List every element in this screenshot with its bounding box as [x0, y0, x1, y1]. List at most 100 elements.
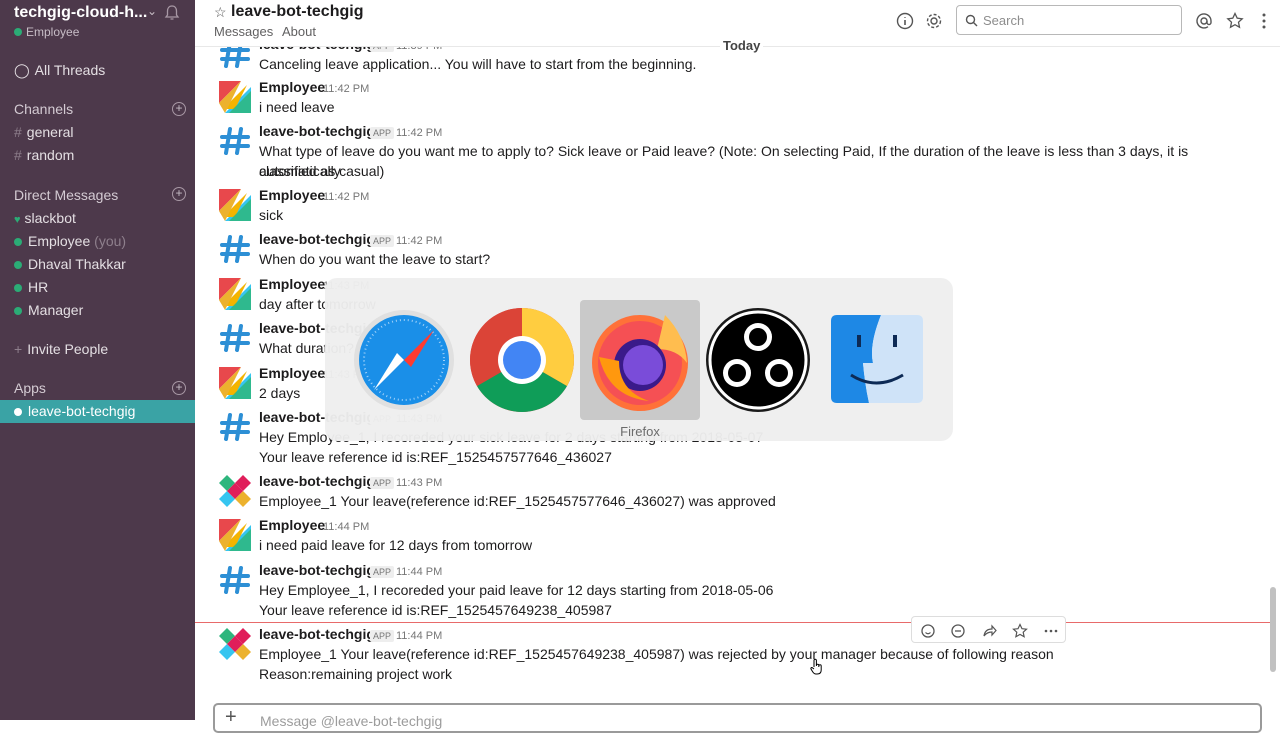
start-thread-icon[interactable]	[950, 623, 966, 639]
message-text: Your leave reference id is:REF_152545764…	[259, 602, 612, 618]
app-label: leave-bot-techgig	[28, 403, 136, 419]
invite-people-button[interactable]: + Invite People	[0, 338, 195, 361]
sidebar-item-slackbot[interactable]: ♥ slackbot	[0, 207, 195, 230]
more-actions-icon[interactable]	[1043, 623, 1059, 639]
message-timestamp[interactable]: 11:42 PM	[396, 235, 442, 247]
hash-icon: #	[14, 124, 22, 140]
attach-button[interactable]: +	[225, 706, 237, 729]
chevron-down-icon[interactable]: ⌄	[147, 4, 157, 18]
message-author[interactable]: leave-bot-techgig	[259, 47, 375, 52]
add-channel-button[interactable]: +	[172, 102, 186, 116]
search-input[interactable]: Search	[956, 5, 1182, 35]
avatar[interactable]	[219, 411, 251, 443]
obs-icon[interactable]	[703, 305, 813, 415]
sidebar-item-manager[interactable]: Manager	[0, 299, 195, 322]
gear-icon[interactable]	[925, 12, 943, 30]
message-timestamp[interactable]: 11:42 PM	[323, 191, 369, 203]
avatar[interactable]	[219, 278, 251, 310]
tab-about[interactable]: About	[282, 24, 316, 39]
sidebar-item-dhaval-thakkar[interactable]: Dhaval Thakkar	[0, 253, 195, 276]
app-switcher: Firefox	[325, 278, 953, 441]
starred-items-icon[interactable]	[1226, 12, 1244, 30]
bell-icon[interactable]	[163, 4, 181, 22]
add-dm-button[interactable]: +	[172, 187, 186, 201]
message-text: When do you want the leave to start?	[259, 251, 491, 267]
channel-label: general	[26, 124, 74, 140]
app-badge: APP	[370, 127, 395, 139]
star-icon[interactable]: ☆	[214, 4, 227, 21]
chrome-icon[interactable]	[467, 305, 577, 415]
avatar[interactable]	[219, 81, 251, 113]
message-timestamp[interactable]: 11:44 PM	[323, 521, 369, 533]
message-author[interactable]: Employee	[259, 276, 325, 292]
message-composer[interactable]: + Message @leave-bot-techgig	[213, 703, 1262, 733]
avatar[interactable]	[219, 233, 251, 265]
message-timestamp[interactable]: 11:44 PM	[396, 630, 442, 642]
app-badge: APP	[370, 630, 395, 642]
message[interactable]: leave-bot-techgig APP 11:43 PM Employee_1 Y…	[195, 473, 1270, 515]
workspace-name[interactable]: techgig-cloud-h...	[14, 4, 147, 22]
threads-icon: ◯	[14, 62, 30, 78]
avatar[interactable]	[219, 564, 251, 596]
message-timestamp[interactable]: 11:42 PM	[396, 127, 442, 139]
apps-header[interactable]: Apps	[14, 380, 46, 396]
avatar[interactable]	[219, 125, 251, 157]
message[interactable]: leave-bot-techgig APP 11:42 PM When do you …	[195, 231, 1270, 273]
dm-label: Dhaval Thakkar	[28, 256, 126, 272]
message-author[interactable]: leave-bot-techgig	[259, 231, 375, 247]
message-author[interactable]: leave-bot-techgig	[259, 123, 375, 139]
message-author[interactable]: Employee	[259, 365, 325, 381]
add-app-button[interactable]: +	[172, 381, 186, 395]
message-author[interactable]: leave-bot-techgig	[259, 473, 375, 489]
presence-dot	[14, 284, 22, 292]
all-threads[interactable]: ◯ All Threads	[0, 59, 195, 82]
message-author[interactable]: Employee	[259, 517, 325, 533]
message[interactable]: leave-bot-techgig APP 11:44 PM Employee_1 Y…	[195, 626, 1270, 688]
message-text: Employee_1 Your leave(reference id:REF_1…	[259, 493, 776, 509]
presence-dot	[14, 408, 22, 416]
add-reaction-icon[interactable]	[920, 623, 936, 639]
firefox-icon[interactable]	[585, 305, 695, 415]
more-menu-icon[interactable]	[1255, 12, 1273, 30]
sidebar-item-employee[interactable]: Employee (you)	[0, 230, 195, 253]
avatar[interactable]	[219, 367, 251, 399]
message-author[interactable]: leave-bot-techgig	[259, 626, 375, 642]
message-author[interactable]: Employee	[259, 187, 325, 203]
star-message-icon[interactable]	[1012, 623, 1028, 639]
message[interactable]: Employee 11:44 PM i need paid leave for 12…	[195, 517, 1270, 559]
sidebar-item-hr[interactable]: HR	[0, 276, 195, 299]
message[interactable]: leave-bot-techgig APP 11:44 PM Hey Employee…	[195, 562, 1270, 624]
finder-icon[interactable]	[821, 305, 931, 415]
avatar[interactable]	[219, 475, 251, 507]
message-timestamp[interactable]: 11:44 PM	[396, 566, 442, 578]
sidebar-item-general[interactable]: # general	[0, 121, 195, 144]
dm-header[interactable]: Direct Messages	[14, 187, 118, 203]
message[interactable]: Employee 11:42 PM i need leave	[195, 79, 1270, 121]
avatar[interactable]	[219, 628, 251, 660]
message-author[interactable]: Employee	[259, 79, 325, 95]
info-icon[interactable]	[896, 12, 914, 30]
message-timestamp[interactable]: 11:39 PM	[396, 47, 442, 52]
scrollbar[interactable]	[1270, 587, 1276, 672]
tab-messages[interactable]: Messages	[214, 24, 273, 39]
message-timestamp[interactable]: 11:43 PM	[396, 477, 442, 489]
avatar[interactable]	[219, 47, 251, 70]
message[interactable]: leave-bot-techgig APP 11:42 PM What type of…	[195, 123, 1270, 185]
avatar[interactable]	[219, 322, 251, 354]
search-placeholder: Search	[983, 13, 1025, 28]
avatar[interactable]	[219, 189, 251, 221]
presence-dot	[14, 307, 22, 315]
message[interactable]: leave-bot-techgigAPP11:39 PM Canceling le…	[195, 47, 1270, 78]
message-text: Canceling leave application... You will …	[259, 56, 697, 72]
sidebar-item-leave-bot-techgig[interactable]: leave-bot-techgig	[0, 400, 195, 423]
share-icon[interactable]	[981, 623, 997, 639]
mention-icon[interactable]	[1195, 12, 1213, 30]
composer-placeholder: Message @leave-bot-techgig	[260, 713, 443, 729]
sidebar-item-random[interactable]: # random	[0, 144, 195, 167]
message-timestamp[interactable]: 11:42 PM	[323, 83, 369, 95]
message-author[interactable]: leave-bot-techgig	[259, 562, 375, 578]
channels-header[interactable]: Channels	[14, 101, 73, 117]
avatar[interactable]	[219, 519, 251, 551]
message[interactable]: Employee 11:42 PM sick	[195, 187, 1270, 229]
safari-icon[interactable]	[349, 305, 459, 415]
